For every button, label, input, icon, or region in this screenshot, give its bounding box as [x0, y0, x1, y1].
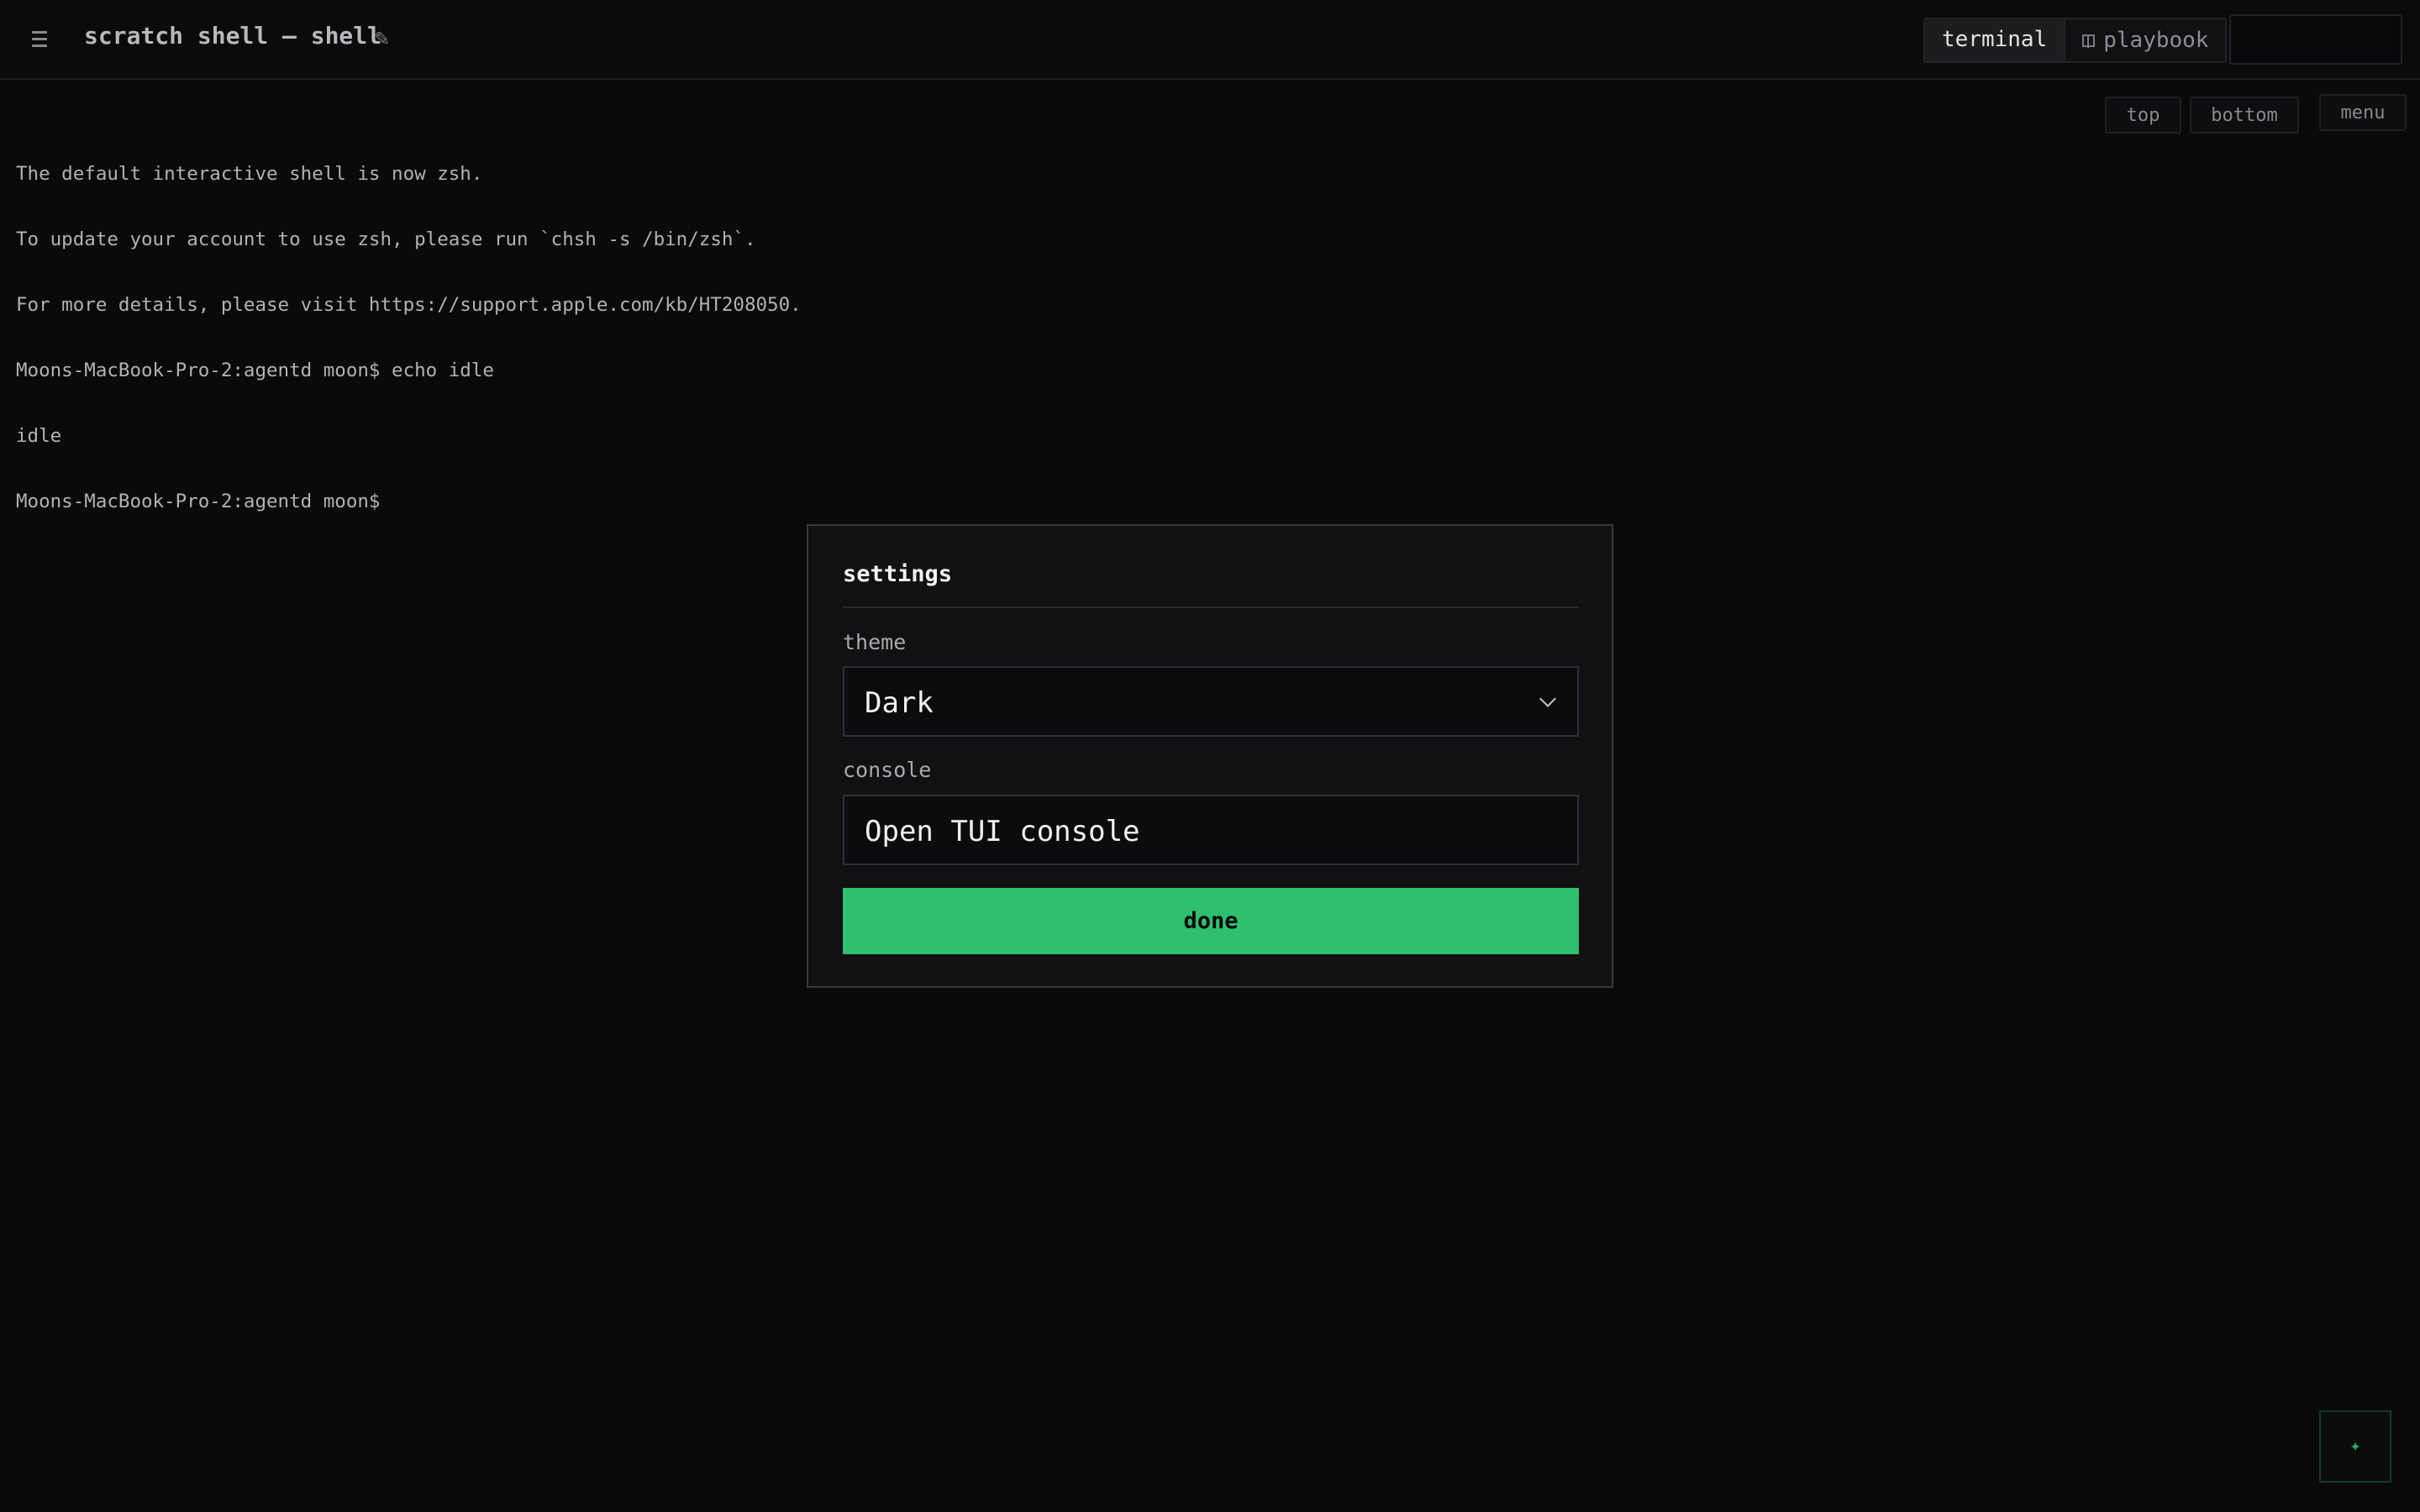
console-label: console — [843, 758, 932, 782]
terminal-line: Moons-MacBook-Pro-2:agentd moon$ echo id… — [16, 360, 494, 381]
menu-button[interactable]: menu — [2319, 94, 2407, 131]
terminal-line: idle — [16, 425, 62, 447]
tab-terminal[interactable]: terminal — [1925, 19, 2065, 61]
terminal-line: For more details, please visit https://s… — [16, 294, 802, 316]
scroll-bottom-button[interactable]: bottom — [2190, 97, 2299, 134]
menu-icon[interactable] — [32, 24, 54, 54]
top-bar: scratch shell — shell ✎ terminal playboo… — [0, 0, 2420, 80]
terminal-prompt: Moons-MacBook-Pro-2:agentd moon$ — [16, 491, 381, 512]
session-title: scratch shell — shell — [84, 22, 382, 50]
tab-playbook[interactable]: playbook — [2064, 19, 2225, 61]
theme-label: theme — [843, 630, 907, 654]
scroll-top-button[interactable]: top — [2105, 97, 2181, 134]
dialog-title: settings — [843, 561, 953, 587]
terminal-line: The default interactive shell is now zsh… — [16, 163, 483, 185]
edit-icon[interactable]: ✎ — [375, 24, 389, 51]
book-icon — [2082, 34, 2096, 48]
sparkle-icon[interactable]: ✦ — [2319, 1410, 2391, 1483]
open-console-button[interactable]: Open TUI console — [843, 795, 1579, 865]
view-switcher: terminal playbook — [1923, 18, 2228, 63]
chevron-down-icon — [1539, 690, 1556, 707]
header-action-box[interactable] — [2229, 14, 2402, 65]
done-button[interactable]: done — [843, 888, 1579, 954]
terminal-line: To update your account to use zsh, pleas… — [16, 228, 756, 250]
open-console-label: Open TUI console — [865, 815, 1140, 848]
terminal-output[interactable]: The default interactive shell is now zsh… — [16, 119, 802, 534]
theme-select-value: Dark — [865, 686, 934, 720]
tab-playbook-label: playbook — [2103, 28, 2209, 53]
theme-select[interactable]: Dark — [843, 666, 1579, 737]
dialog-divider — [843, 606, 1579, 608]
settings-dialog: settings theme Dark console Open TUI con… — [807, 524, 1613, 988]
tab-terminal-label: terminal — [1942, 27, 2048, 52]
